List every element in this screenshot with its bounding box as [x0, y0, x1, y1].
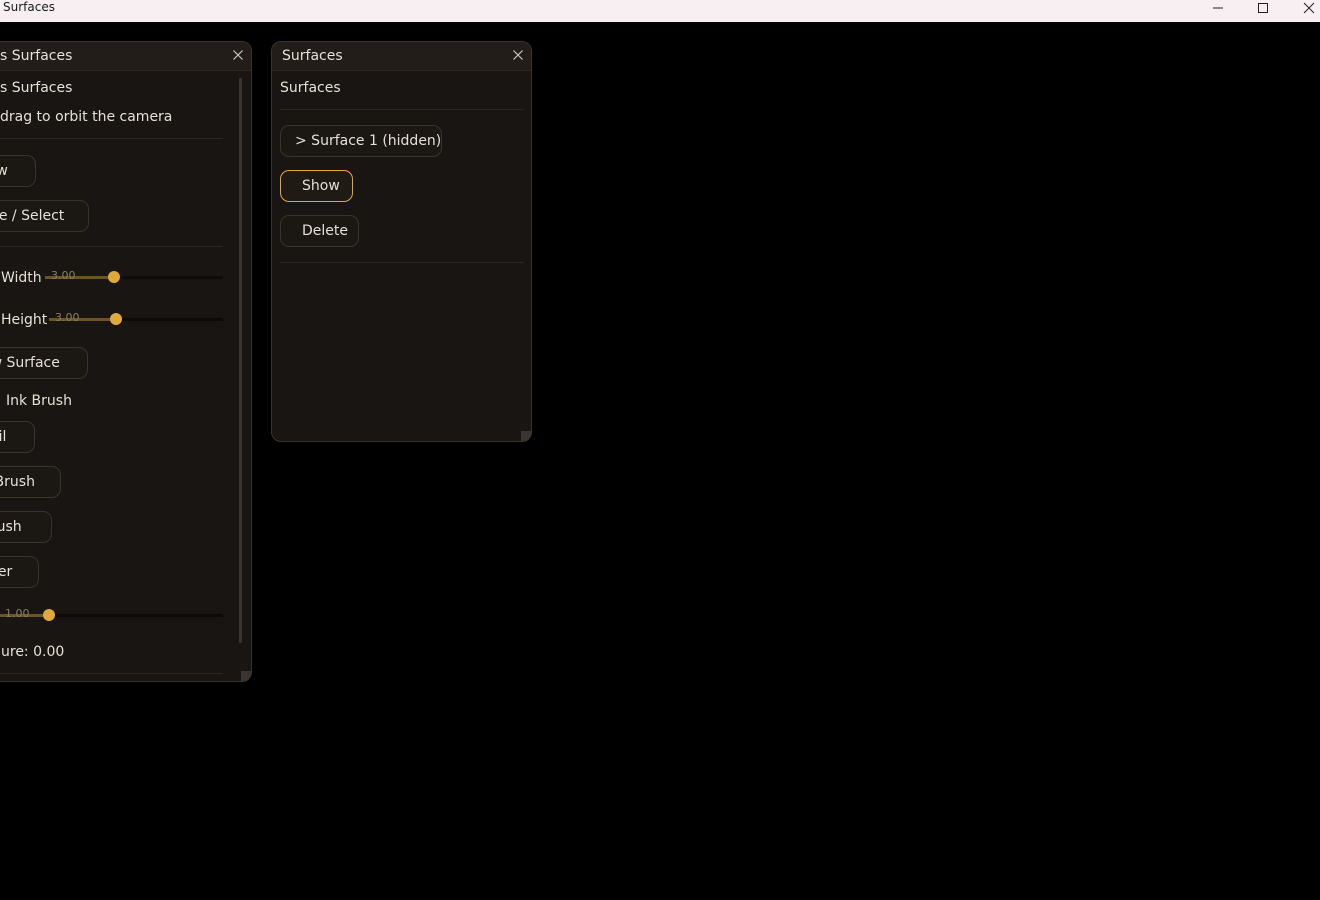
tools-panel: s Surfaces s Surfaces drag to orbit the …: [0, 41, 252, 682]
delete-surface-button[interactable]: Delete: [280, 215, 359, 247]
divider: [0, 138, 223, 139]
width-slider-knob[interactable]: [108, 271, 120, 283]
move-select-button[interactable]: ove / Select: [0, 200, 89, 232]
ink-brush-button[interactable]: k Brush: [0, 466, 61, 498]
show-surface-button[interactable]: Show: [280, 170, 353, 202]
tools-panel-heading: s Surfaces: [0, 80, 73, 96]
close-icon[interactable]: [231, 48, 245, 62]
airbrush-button[interactable]: brush: [0, 511, 52, 543]
pressure-readout: ure: 0.00: [1, 644, 65, 660]
minimize-icon: [1213, 7, 1223, 9]
brush-section-label: Ink Brush: [6, 393, 72, 409]
height-label: Height: [1, 312, 48, 328]
brush-size-slider-knob[interactable]: [43, 609, 55, 621]
draw-button[interactable]: raw: [0, 155, 36, 187]
divider: [280, 109, 524, 110]
brush-size-value: 1.00: [5, 607, 30, 620]
resize-handle[interactable]: [241, 671, 251, 681]
height-slider-knob[interactable]: [110, 313, 122, 325]
pencil-button[interactable]: ncil: [0, 421, 35, 453]
tools-panel-scrollbar[interactable]: [239, 78, 242, 643]
tools-panel-title: s Surfaces: [0, 48, 73, 64]
width-slider[interactable]: 3.00: [45, 269, 223, 283]
width-label: Width: [1, 270, 42, 286]
width-value: 3.00: [51, 269, 76, 282]
height-slider[interactable]: 3.00: [49, 311, 223, 325]
window-title: Surfaces: [3, 0, 55, 14]
eraser-button[interactable]: aser: [0, 556, 39, 588]
surface-item-button[interactable]: > Surface 1 (hidden): [280, 125, 442, 157]
resize-handle[interactable]: [521, 431, 531, 441]
surfaces-panel-header[interactable]: Surfaces: [272, 42, 531, 71]
maximize-button[interactable]: [1248, 0, 1278, 16]
close-window-button[interactable]: [1294, 0, 1320, 16]
new-surface-button[interactable]: ew Surface: [0, 347, 88, 379]
surfaces-heading: Surfaces: [280, 80, 341, 96]
maximize-icon: [1258, 3, 1268, 13]
divider: [0, 246, 223, 247]
camera-hint: drag to orbit the camera: [0, 109, 173, 125]
close-icon[interactable]: [511, 48, 525, 62]
brush-size-slider[interactable]: 1.00: [0, 607, 223, 621]
minimize-button[interactable]: [1203, 0, 1233, 16]
height-value: 3.00: [55, 311, 80, 324]
surfaces-panel: Surfaces Surfaces > Surface 1 (hidden) S…: [271, 41, 532, 442]
tools-panel-header[interactable]: s Surfaces: [0, 42, 251, 71]
surfaces-panel-title: Surfaces: [282, 48, 343, 64]
divider: [0, 673, 223, 674]
window-titlebar: Surfaces: [0, 0, 1320, 22]
close-icon: [1303, 2, 1315, 14]
divider: [280, 262, 524, 263]
